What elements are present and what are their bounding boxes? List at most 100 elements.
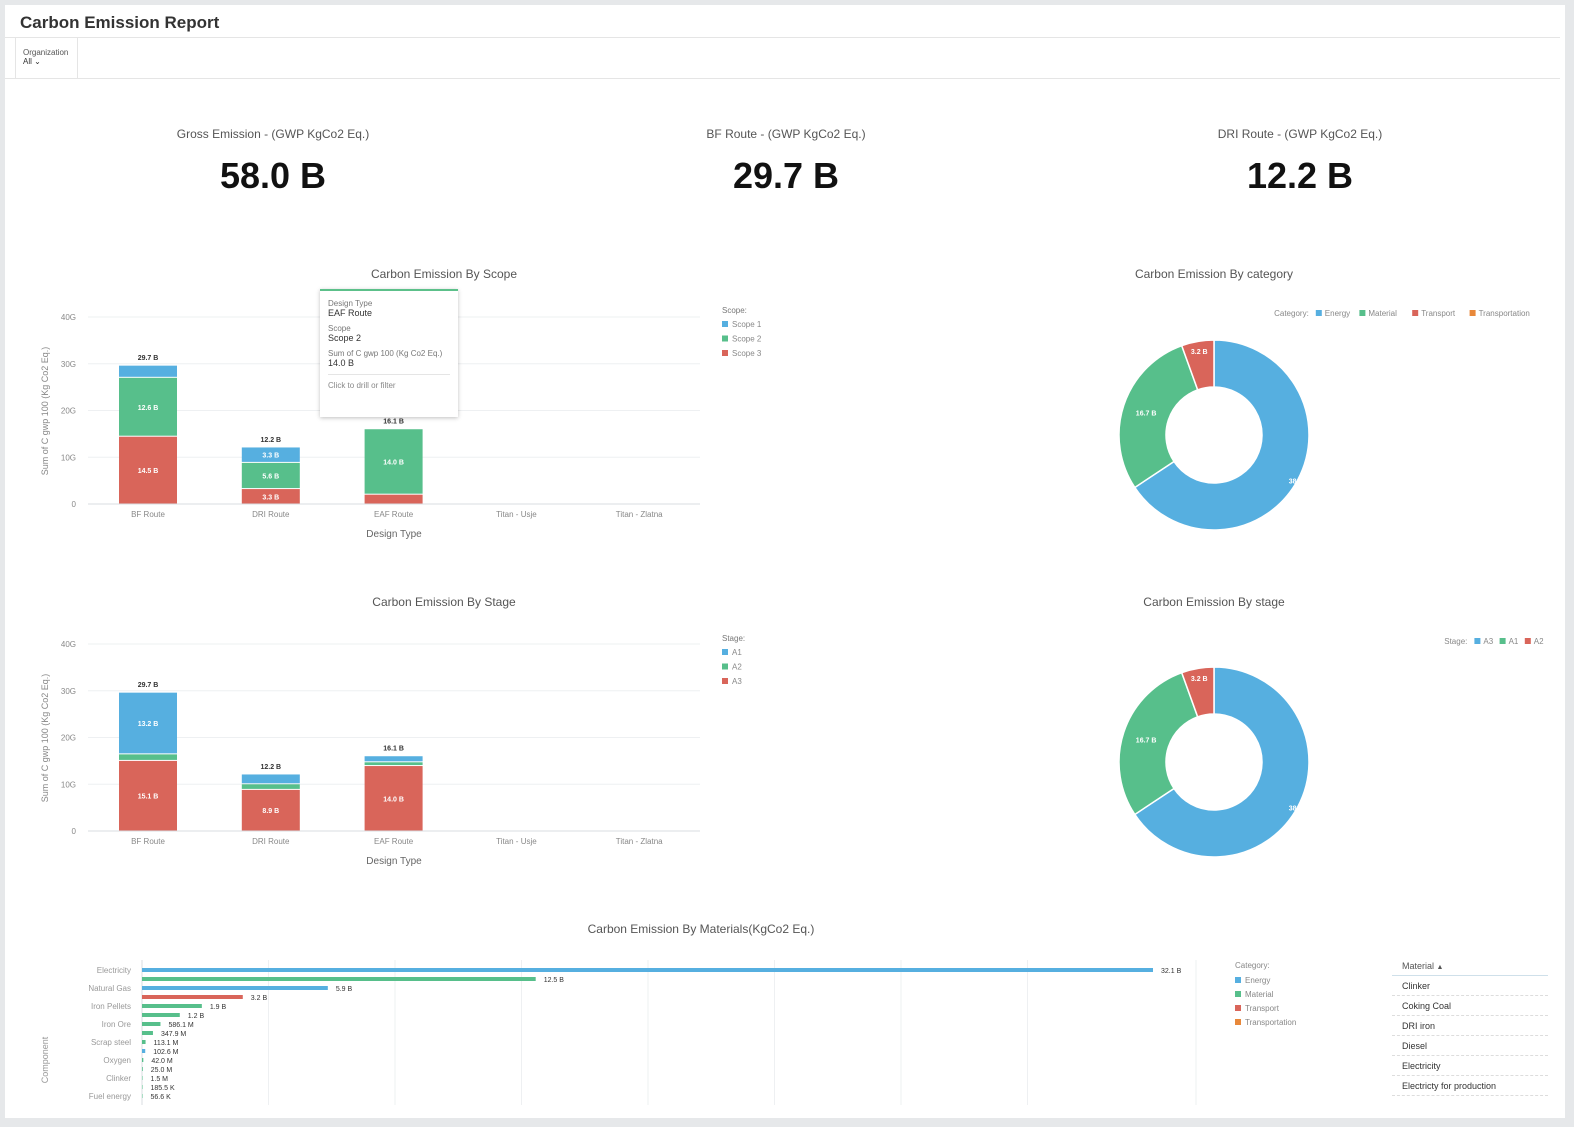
bar-data-label: 15.1 B: [138, 794, 159, 801]
bar[interactable]: [142, 1094, 143, 1098]
sort-asc-icon: ▲: [1436, 964, 1444, 971]
bar-data-label: 32.1 B: [1161, 968, 1182, 975]
bar-data-label: 1.9 B: [210, 1004, 227, 1011]
y-tick-label: 30G: [61, 360, 76, 369]
table-row[interactable]: Clinker: [1392, 976, 1548, 996]
legend-item: Energy: [1245, 976, 1270, 985]
slice-label: 16.7 B: [1136, 738, 1157, 745]
material-table: Material ▲ Clinker Coking Coal DRI iron …: [1392, 957, 1548, 1096]
bar-data-label: 5.9 B: [336, 986, 353, 993]
y-category-label: Iron Pellets: [91, 1002, 131, 1011]
legend-swatch: [1474, 638, 1481, 644]
bar-segment[interactable]: [119, 754, 177, 760]
tooltip-value: Scope 2: [328, 333, 362, 343]
bar-segment[interactable]: [364, 756, 423, 762]
bar-data-label: 3.3 B: [262, 494, 279, 501]
legend-title: Category:: [1274, 309, 1309, 318]
x-tick-label: Titan - Usje: [496, 510, 537, 519]
table-header-material[interactable]: Material ▲: [1392, 957, 1548, 976]
x-tick-label: DRI Route: [252, 510, 290, 519]
legend-swatch: [1235, 1005, 1241, 1011]
table-row[interactable]: Diesel: [1392, 1036, 1548, 1056]
table-row[interactable]: Electricity: [1392, 1056, 1548, 1076]
y-category-label: Electricity: [97, 966, 131, 975]
tooltip-key: Design Type: [328, 299, 373, 308]
bar-data-label: 14.0 B: [383, 796, 404, 803]
bar[interactable]: [142, 1022, 161, 1026]
bar-data-label: 12.6 B: [138, 405, 159, 412]
bar[interactable]: [142, 986, 328, 990]
y-tick-label: 0: [72, 500, 77, 509]
bar[interactable]: [142, 1085, 143, 1089]
bar-data-label: 14.5 B: [138, 468, 159, 475]
charts-canvas: 0 10G 20G 30G 40G Sum of C gwp 100 (Kg Co2 Eq…: [40, 306, 1544, 1105]
header-label: Material: [1402, 961, 1435, 971]
bar-segment[interactable]: [119, 365, 177, 377]
bar-segment[interactable]: [241, 774, 300, 784]
bar[interactable]: [142, 1013, 180, 1017]
y-tick-label: 20G: [61, 407, 76, 416]
bar-segment[interactable]: [241, 784, 300, 789]
y-category-label: Oxygen: [103, 1056, 131, 1065]
bar[interactable]: [142, 1058, 144, 1062]
y-tick-label: 40G: [61, 640, 76, 649]
y-tick-label: 0: [72, 827, 77, 836]
x-axis-label: Design Type: [366, 856, 422, 867]
legend-item: A1: [1509, 637, 1519, 646]
bar-total-label: 16.1 B: [383, 746, 404, 753]
chart-tooltip: Design Type EAF Route Scope Scope 2 Sum …: [320, 289, 458, 417]
bar[interactable]: [142, 1040, 146, 1044]
bar-total-label: 29.7 B: [138, 682, 159, 689]
bar[interactable]: [142, 1049, 146, 1053]
donut-slice[interactable]: [1118, 344, 1199, 489]
table-row[interactable]: Electricty for production: [1392, 1076, 1548, 1096]
x-tick-label: DRI Route: [252, 837, 290, 846]
y-category-label: Clinker: [106, 1074, 131, 1083]
legend-swatch: [1359, 310, 1366, 316]
bar[interactable]: [142, 995, 243, 999]
bar-segment[interactable]: [364, 762, 423, 766]
bar-data-label: 1.2 B: [188, 1013, 205, 1020]
x-tick-label: Titan - Zlatna: [616, 837, 663, 846]
table-row[interactable]: Coking Coal: [1392, 996, 1548, 1016]
tooltip-value: 14.0 B: [328, 358, 355, 368]
tooltip-key: Scope: [328, 324, 351, 333]
y-category-label: Scrap steel: [91, 1038, 131, 1047]
legend-item: Transport: [1421, 309, 1456, 318]
legend-item: A2: [732, 663, 742, 672]
bar[interactable]: [142, 1067, 143, 1071]
legend-item: Material: [1245, 990, 1274, 999]
legend-swatch: [1412, 310, 1419, 316]
legend-swatch: [722, 350, 728, 356]
bar[interactable]: [142, 1076, 143, 1080]
bar-data-label: 13.2 B: [138, 721, 159, 728]
bar-data-label: 25.0 M: [151, 1067, 173, 1074]
bar[interactable]: [142, 1004, 202, 1008]
table-row[interactable]: DRI iron: [1392, 1016, 1548, 1036]
legend-swatch: [722, 335, 728, 342]
x-tick-label: EAF Route: [374, 510, 414, 519]
legend-item: A2: [1534, 637, 1544, 646]
legend-swatch: [722, 663, 728, 670]
x-tick-label: EAF Route: [374, 837, 414, 846]
x-tick-label: BF Route: [131, 837, 165, 846]
bar[interactable]: [142, 1031, 153, 1035]
x-axis-label: Design Type: [366, 529, 422, 540]
donut-slice[interactable]: [1118, 671, 1199, 816]
bar-segment[interactable]: [364, 494, 423, 504]
tooltip-drill-link[interactable]: Click to drill or filter: [328, 374, 450, 390]
legend-item: Transportation: [1479, 309, 1530, 318]
y-tick-label: 10G: [61, 780, 76, 789]
y-axis-label: Sum of C gwp 100 (Kg Co2 Eq.): [40, 674, 50, 803]
bar-data-label: 586.1 M: [168, 1022, 193, 1029]
legend-swatch: [1235, 977, 1241, 983]
legend-item: Transport: [1245, 1004, 1280, 1013]
bar-data-label: 1.5 M: [151, 1076, 169, 1083]
bar[interactable]: [142, 968, 1153, 972]
legend-item: Energy: [1325, 309, 1350, 318]
bar[interactable]: [142, 977, 536, 981]
bar-data-label: 56.6 K: [151, 1094, 172, 1101]
bar-data-label: 5.6 B: [262, 473, 279, 480]
bar-data-label: 102.6 M: [153, 1049, 178, 1056]
bar-data-label: 14.0 B: [383, 459, 404, 466]
